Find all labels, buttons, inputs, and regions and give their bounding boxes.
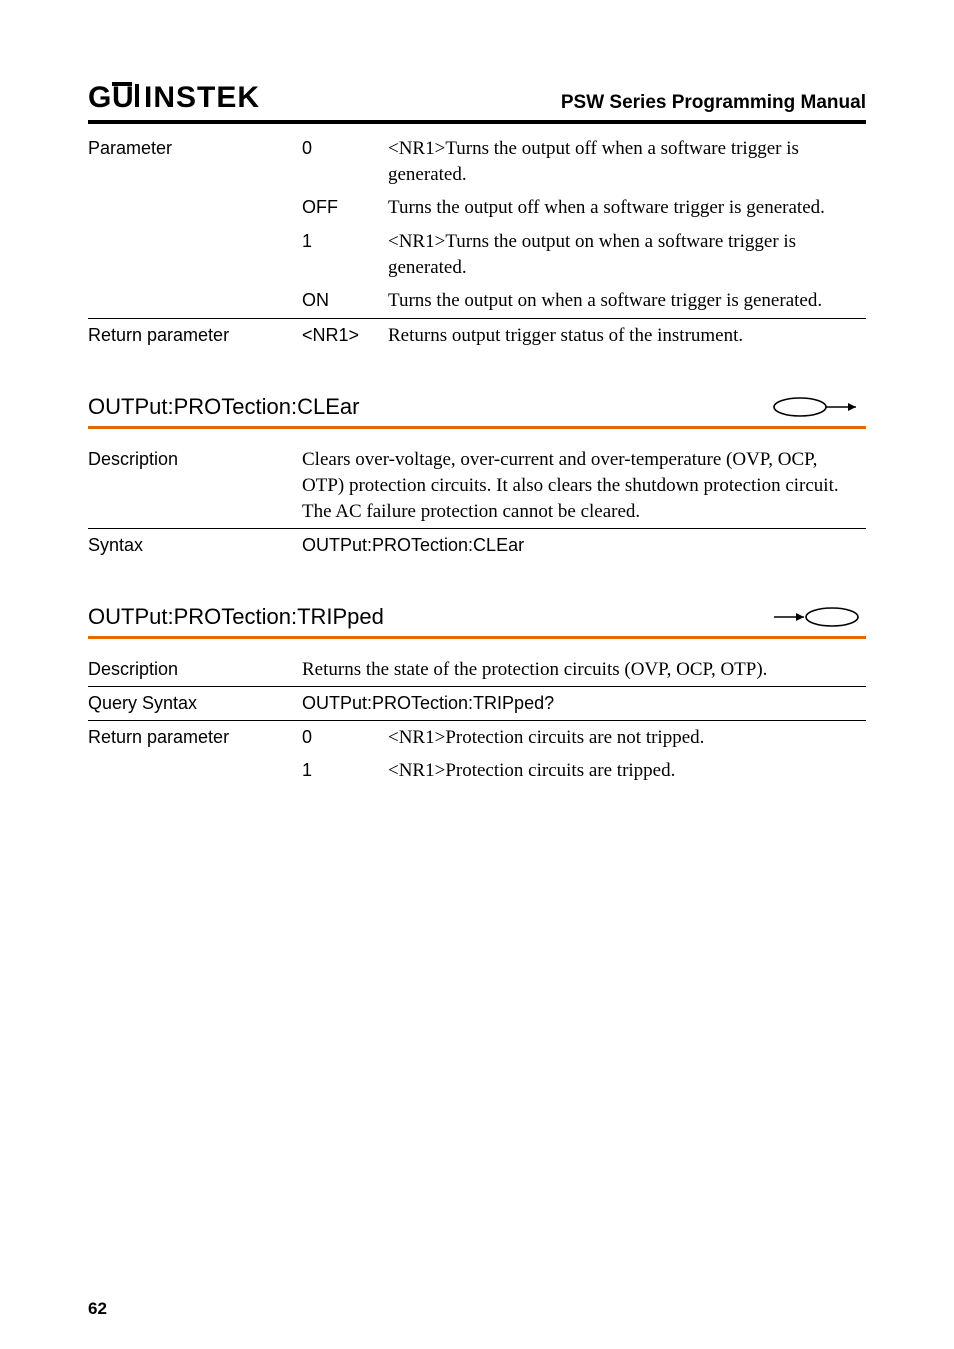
param-value: 1 [302, 225, 388, 284]
section-protection-clear: OUTPut:PROTection:CLEar Description Clea… [88, 394, 866, 561]
param-desc: <NR1>Protection circuits are tripped. [388, 754, 866, 788]
page-number: 62 [88, 1299, 107, 1319]
syntax-text: OUTPut:PROTection:CLEar [302, 529, 866, 561]
description-row: Description Clears over-voltage, over-cu… [88, 443, 866, 528]
set-command-icon [770, 396, 866, 418]
svg-text:INSTEK: INSTEK [144, 81, 260, 114]
section-divider [88, 426, 866, 429]
return-parameter-label: Return parameter [88, 319, 302, 353]
page-title: PSW Series Programming Manual [561, 92, 866, 114]
syntax-label: Syntax [88, 529, 302, 561]
query-command-icon [770, 606, 866, 628]
query-syntax-row: Query Syntax OUTPut:PROTection:TRIPped? [88, 687, 866, 719]
param-desc: Turns the output on when a software trig… [388, 284, 866, 318]
description-text: Returns the state of the protection circ… [302, 653, 866, 687]
section-title: OUTPut:PROTection:CLEar [88, 394, 359, 420]
parameter-label: Parameter [88, 132, 302, 318]
description-label: Description [88, 653, 302, 687]
param-desc: <NR1>Turns the output on when a software… [388, 225, 866, 284]
brand-logo: G U INSTEK [88, 80, 278, 114]
param-value: OFF [302, 191, 388, 225]
param-desc: <NR1>Turns the output off when a softwar… [388, 132, 866, 191]
header-divider [88, 120, 866, 124]
description-text: Clears over-voltage, over-current and ov… [302, 443, 866, 528]
description-label: Description [88, 443, 302, 528]
param-value: 0 [302, 721, 388, 755]
param-value: ON [302, 284, 388, 318]
return-param-desc: Returns output trigger status of the ins… [388, 319, 866, 353]
return-parameter-label: Return parameter [88, 721, 302, 788]
section-divider [88, 636, 866, 639]
section-title: OUTPut:PROTection:TRIPped [88, 604, 384, 630]
page-header: G U INSTEK PSW Series Programming Manual [88, 80, 866, 114]
query-syntax-text: OUTPut:PROTection:TRIPped? [302, 687, 866, 719]
syntax-row: Syntax OUTPut:PROTection:CLEar [88, 529, 866, 561]
return-parameter-row: Return parameter <NR1> Returns output tr… [88, 319, 866, 353]
query-syntax-label: Query Syntax [88, 687, 302, 719]
return-param-type: <NR1> [302, 319, 388, 353]
param-value: 1 [302, 754, 388, 788]
param-desc: <NR1>Protection circuits are not tripped… [388, 721, 866, 755]
section-protection-tripped: OUTPut:PROTection:TRIPped Description Re… [88, 604, 866, 788]
param-value: 0 [302, 132, 388, 191]
return-parameter-table: Return parameter 0 <NR1>Protection circu… [88, 721, 866, 788]
parameter-table: Parameter 0 <NR1>Turns the output off wh… [88, 132, 866, 318]
param-desc: Turns the output off when a software tri… [388, 191, 866, 225]
description-row: Description Returns the state of the pro… [88, 653, 866, 687]
svg-text:G: G [88, 81, 112, 114]
